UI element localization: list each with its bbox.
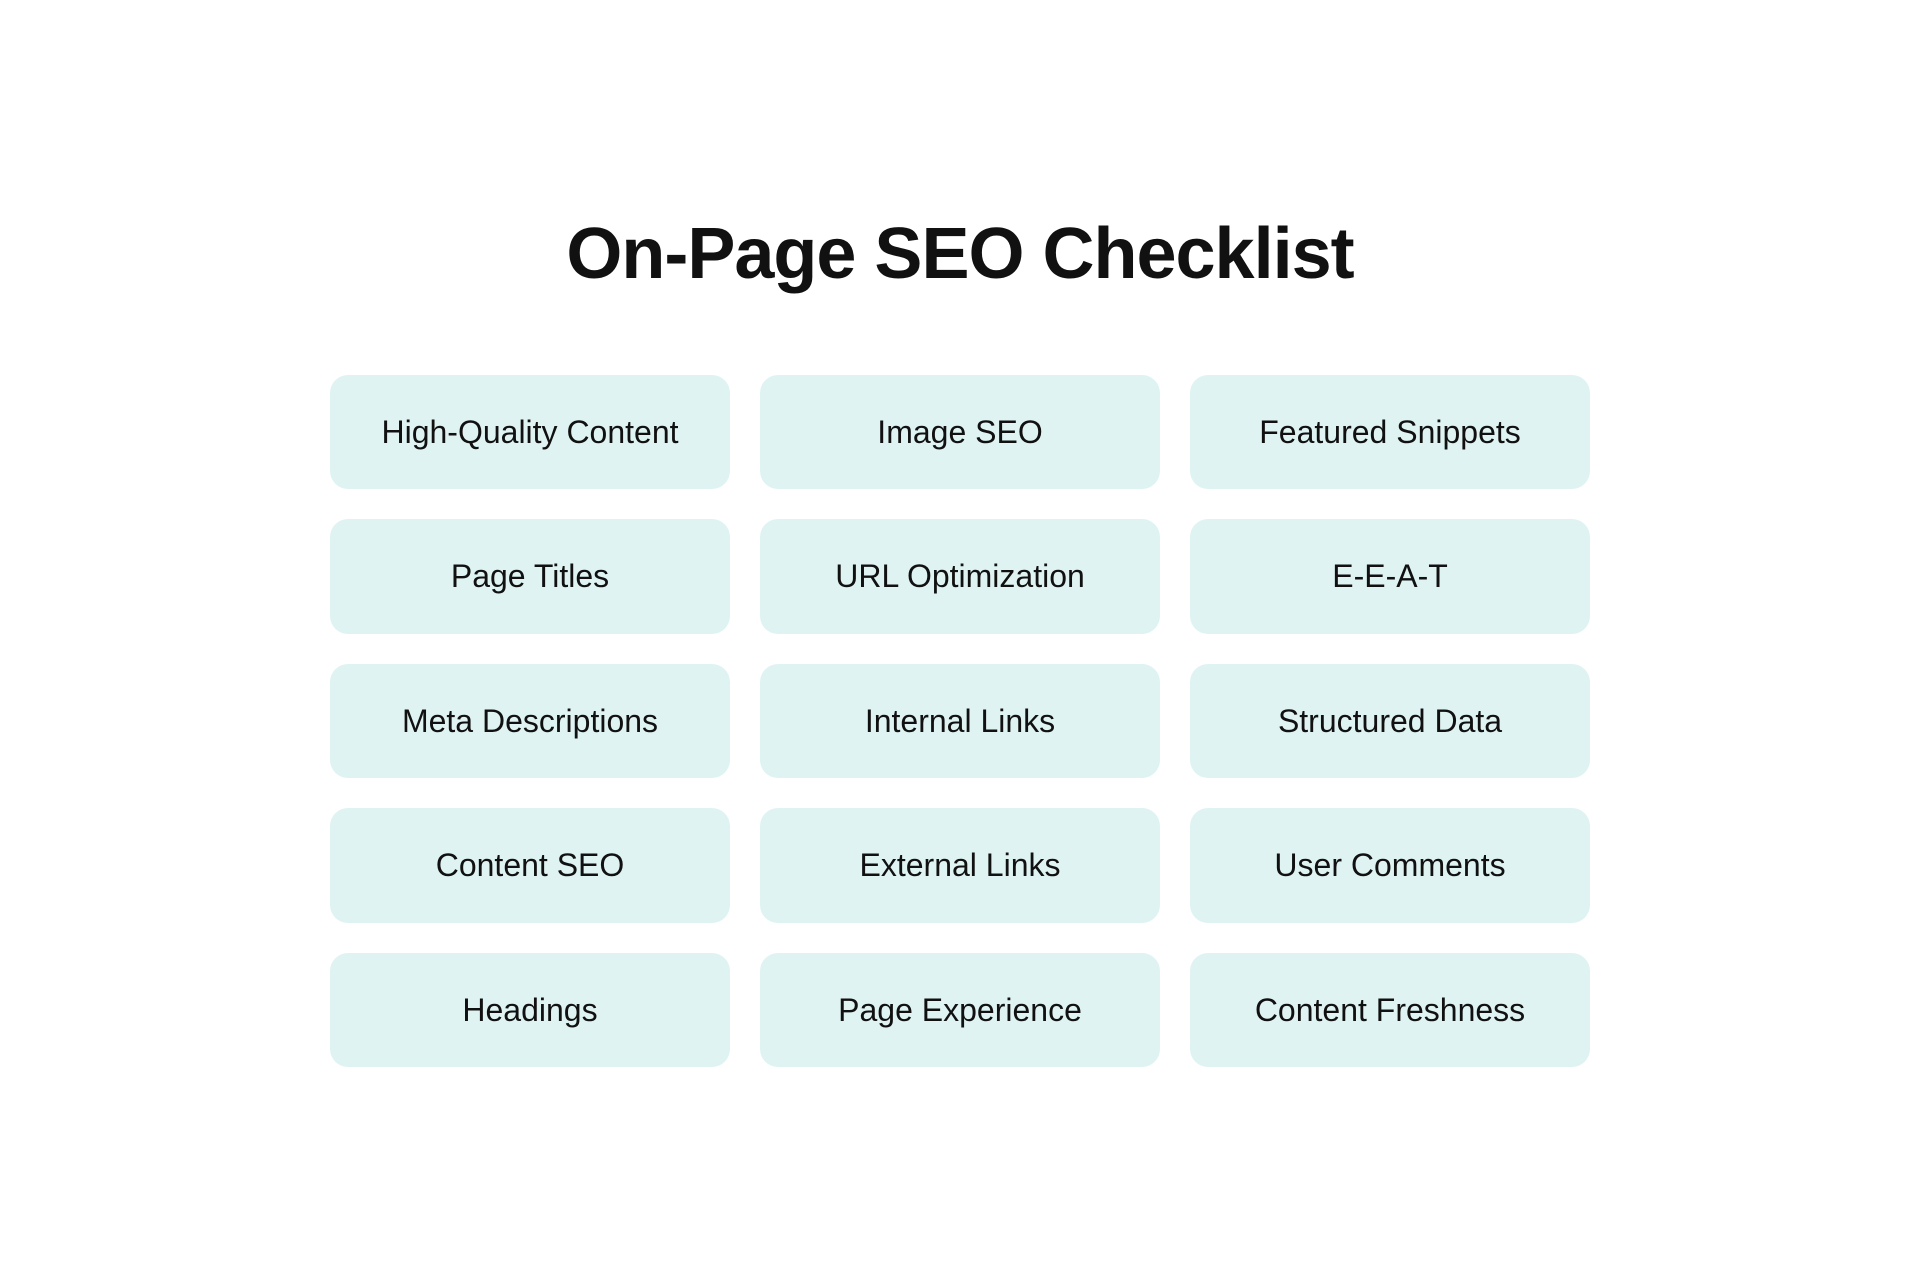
checklist-item: Headings: [330, 953, 730, 1067]
checklist-item: Featured Snippets: [1190, 375, 1590, 489]
checklist-item: Structured Data: [1190, 664, 1590, 778]
checklist-item: E-E-A-T: [1190, 519, 1590, 633]
checklist-item-label: Content Freshness: [1255, 991, 1525, 1029]
checklist-item: URL Optimization: [760, 519, 1160, 633]
checklist-item: Page Experience: [760, 953, 1160, 1067]
checklist-item-label: Headings: [462, 991, 597, 1029]
checklist-item-label: Featured Snippets: [1259, 413, 1521, 451]
checklist-item: Content Freshness: [1190, 953, 1590, 1067]
checklist-item: External Links: [760, 808, 1160, 922]
checklist-item-label: E-E-A-T: [1332, 557, 1448, 595]
checklist-item: Content SEO: [330, 808, 730, 922]
checklist-item-label: User Comments: [1274, 846, 1505, 884]
checklist-item: High-Quality Content: [330, 375, 730, 489]
checklist-item: Page Titles: [330, 519, 730, 633]
checklist-item-label: External Links: [860, 846, 1061, 884]
checklist-item: Internal Links: [760, 664, 1160, 778]
checklist-item: User Comments: [1190, 808, 1590, 922]
checklist-item: Image SEO: [760, 375, 1160, 489]
checklist-item-label: Image SEO: [877, 413, 1042, 451]
checklist-item: Meta Descriptions: [330, 664, 730, 778]
checklist-grid: High-Quality Content Image SEO Featured Sn…: [330, 375, 1590, 1067]
checklist-item-label: High-Quality Content: [381, 413, 678, 451]
checklist-item-label: Page Experience: [838, 991, 1082, 1029]
checklist-item-label: URL Optimization: [835, 557, 1085, 595]
checklist-item-label: Structured Data: [1278, 702, 1502, 740]
checklist-item-label: Internal Links: [865, 702, 1055, 740]
checklist-item-label: Meta Descriptions: [402, 702, 658, 740]
page-title: On-Page SEO Checklist: [566, 213, 1353, 295]
checklist-item-label: Content SEO: [436, 846, 625, 884]
checklist-item-label: Page Titles: [451, 557, 609, 595]
